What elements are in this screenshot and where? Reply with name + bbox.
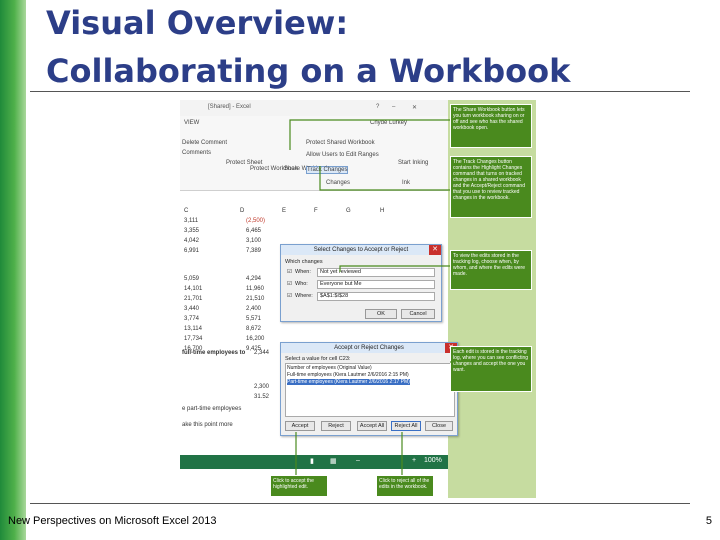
slide-edge-band [0, 0, 26, 540]
slide-title-line2: Collaborating on a Workbook [46, 52, 571, 90]
footer-text: New Perspectives on Microsoft Excel 2013 [8, 515, 217, 527]
title-divider [30, 91, 690, 92]
page-number: 5 [705, 515, 712, 527]
footer-divider [30, 503, 690, 504]
callout-leader-lines [289, 119, 456, 475]
slide-title-line1: Visual Overview: [46, 4, 349, 42]
excel-screenshot: [Shared] - Excel ? – ✕ VIEW Chyde Lurkey… [180, 100, 536, 498]
